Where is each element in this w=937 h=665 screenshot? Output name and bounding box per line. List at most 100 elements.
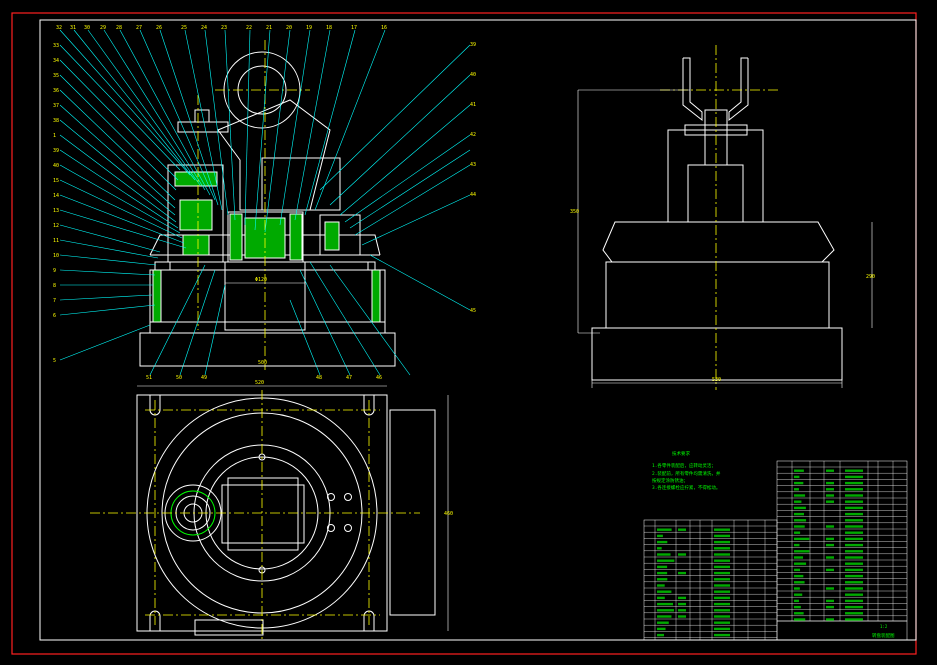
table-cell-text (714, 565, 730, 569)
plan-center-block (227, 477, 299, 551)
table-cell-text (714, 596, 730, 600)
table-cell-text (657, 559, 675, 562)
table-cell-text (845, 506, 863, 510)
plan-centerlines (90, 390, 420, 640)
table-cell-text (714, 534, 730, 538)
part-label: 13 (53, 208, 59, 214)
part-label: 48 (316, 375, 322, 381)
table-cell-text (794, 481, 804, 485)
table-cell-text (714, 547, 730, 550)
table-cell-text (657, 540, 668, 544)
part-label: 19 (306, 25, 312, 31)
table-cell-text (826, 525, 834, 528)
technical-requirements: 技术要求 1.各零件装配后，应转动灵活； 2.装配前，所有零件均需清洗，并 按规… (652, 450, 721, 491)
part-label: 50 (176, 375, 182, 381)
inner-border (39, 19, 917, 641)
part-label: 16 (381, 25, 387, 31)
table-cell-text (714, 590, 730, 593)
part-number-labels-left: 33 34 35 36 37 38 1 39 40 15 14 13 12 11… (53, 43, 59, 364)
table-cell-text (826, 599, 834, 603)
table-cell-text (678, 596, 686, 600)
table-cell-text (657, 565, 668, 569)
table-cell-text (657, 584, 665, 587)
part-label: 5 (53, 358, 56, 364)
tech-req-line: 按规定涂防锈油； (652, 477, 688, 484)
part-label: 37 (53, 103, 59, 109)
table-cell-text (794, 599, 799, 603)
table-cell-text (794, 587, 800, 590)
table-cell-text (826, 556, 834, 559)
table-cell-text (845, 494, 863, 497)
table-cell-text (678, 571, 686, 575)
table-cell-text (657, 602, 674, 606)
table-cell-text (826, 618, 834, 621)
part-label: 22 (246, 25, 252, 31)
table-cell-text (657, 534, 663, 538)
table-cell-text (794, 494, 806, 497)
part-label: 9 (53, 268, 56, 274)
part-label: 39 (53, 148, 59, 154)
table-cell-text (794, 556, 804, 559)
tech-req-line: 1.各零件装配后，应转动灵活； (652, 462, 716, 469)
dim-plan-width: 520 (255, 380, 264, 386)
side-fork-left (682, 57, 703, 122)
table-cell-text (845, 587, 863, 590)
table-cell-text (657, 615, 672, 618)
part-label: 7 (53, 298, 56, 304)
table-cell-text (678, 528, 686, 531)
part-label: 44 (470, 192, 476, 198)
table-cell-text (826, 488, 834, 491)
table-cell-text (845, 537, 863, 541)
part-label: 17 (351, 25, 357, 31)
table-cell-text (657, 627, 666, 631)
side-view (591, 57, 843, 381)
table-cell-text (794, 525, 805, 528)
table-cell-text (657, 596, 665, 600)
table-cell-text (794, 488, 799, 491)
table-cell-text (657, 547, 662, 550)
table-cell-text (714, 633, 730, 637)
table-cell-text (845, 543, 863, 547)
dim-right-height: 290 (866, 274, 875, 280)
front-centerlines (197, 40, 310, 370)
table-cell-text (794, 500, 802, 503)
table-cell-text (794, 475, 800, 479)
part-label: 33 (53, 43, 59, 49)
table-cell-text (826, 481, 834, 485)
table-cell-text (714, 528, 730, 531)
table-cell-text (794, 605, 801, 609)
table-cell-text (657, 590, 672, 593)
table-cell-text (794, 531, 801, 534)
table-cell-text (845, 556, 863, 559)
plan-dimensions (137, 385, 449, 631)
table-cell-text (845, 593, 863, 596)
table-cell-text (845, 562, 863, 565)
table-cell-text (794, 562, 807, 565)
part-label: 15 (53, 178, 59, 184)
part-label: 31 (70, 25, 76, 31)
table-cell-text (845, 469, 863, 472)
table-cell-text (794, 469, 804, 472)
part-number-labels-top: 32 31 30 29 28 27 26 25 24 23 22 21 20 1… (56, 25, 387, 31)
table-cell-text (657, 553, 671, 556)
table-cell-text (657, 571, 668, 575)
table-cell-text (845, 550, 863, 553)
side-column (667, 129, 764, 223)
side-centerlines (660, 45, 780, 390)
table-cell-text (845, 574, 863, 578)
table-cell-text (678, 553, 686, 556)
plan-view (136, 394, 436, 636)
title-block-scale: 1:2 (880, 624, 888, 629)
table-cell-text (794, 593, 803, 596)
side-fork-right (728, 57, 749, 122)
table-cell-text (826, 494, 834, 497)
table-cell-text (657, 633, 665, 637)
table-cell-text (657, 609, 674, 612)
table-cell-text (826, 605, 834, 609)
table-cell-text (714, 602, 730, 606)
table-cell-text (714, 578, 730, 581)
table-cell-text (714, 540, 730, 544)
part-label: 28 (116, 25, 122, 31)
table-cell-text (794, 512, 804, 516)
side-turntable-rim (602, 221, 835, 263)
